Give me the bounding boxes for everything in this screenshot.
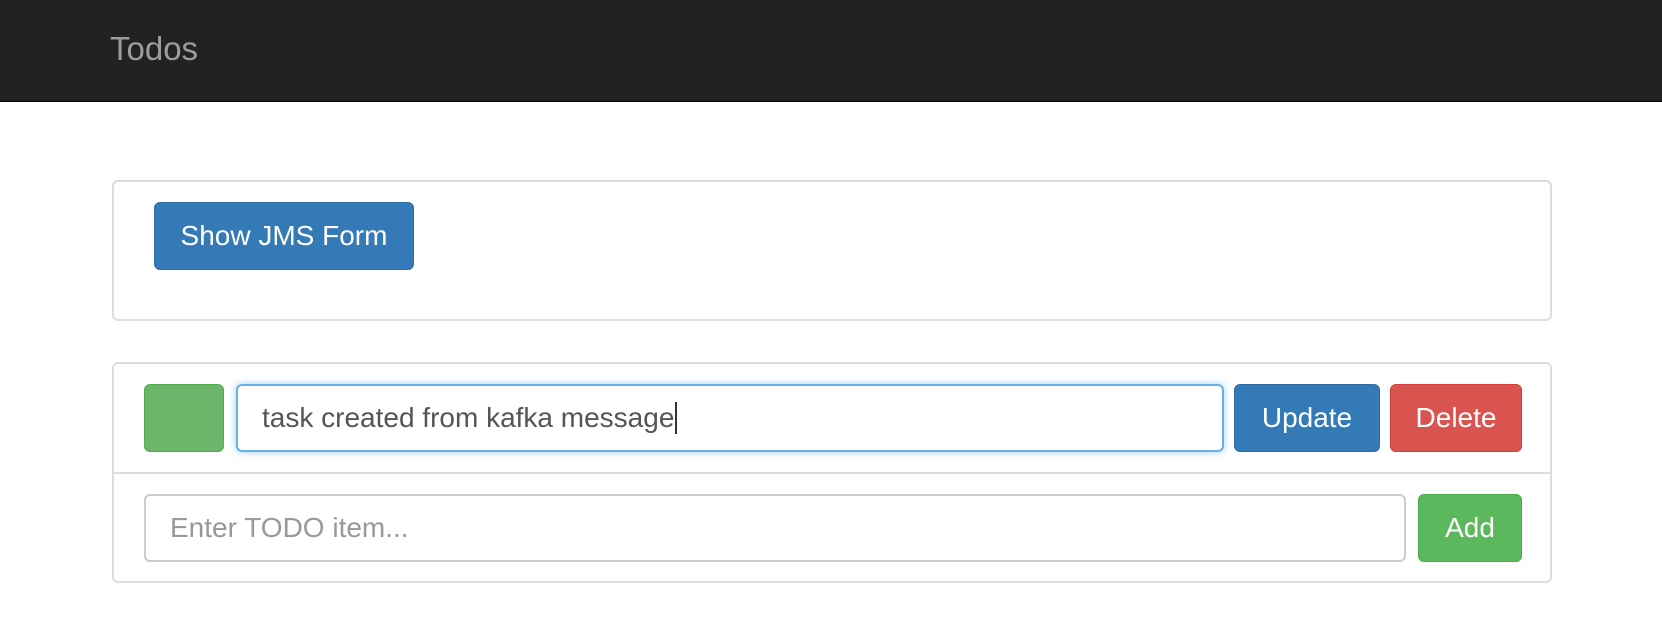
new-todo-input[interactable]: Enter TODO item... xyxy=(144,494,1406,562)
checkbox-toggle-icon[interactable] xyxy=(144,384,224,452)
navbar: Todos xyxy=(0,0,1662,102)
delete-button[interactable]: Delete xyxy=(1390,384,1522,452)
list-divider xyxy=(114,472,1550,474)
jms-panel: Show JMS Form xyxy=(112,180,1552,321)
todo-list-panel: task created from kafka message Update D… xyxy=(112,362,1552,583)
todo-item-text: task created from kafka message xyxy=(262,402,675,433)
navbar-brand[interactable]: Todos xyxy=(110,30,198,68)
todo-item-edit-field[interactable]: task created from kafka message xyxy=(236,384,1224,452)
update-button[interactable]: Update xyxy=(1234,384,1380,452)
add-button[interactable]: Add xyxy=(1418,494,1522,562)
text-caret xyxy=(675,402,678,434)
show-jms-form-button[interactable]: Show JMS Form xyxy=(154,202,414,270)
